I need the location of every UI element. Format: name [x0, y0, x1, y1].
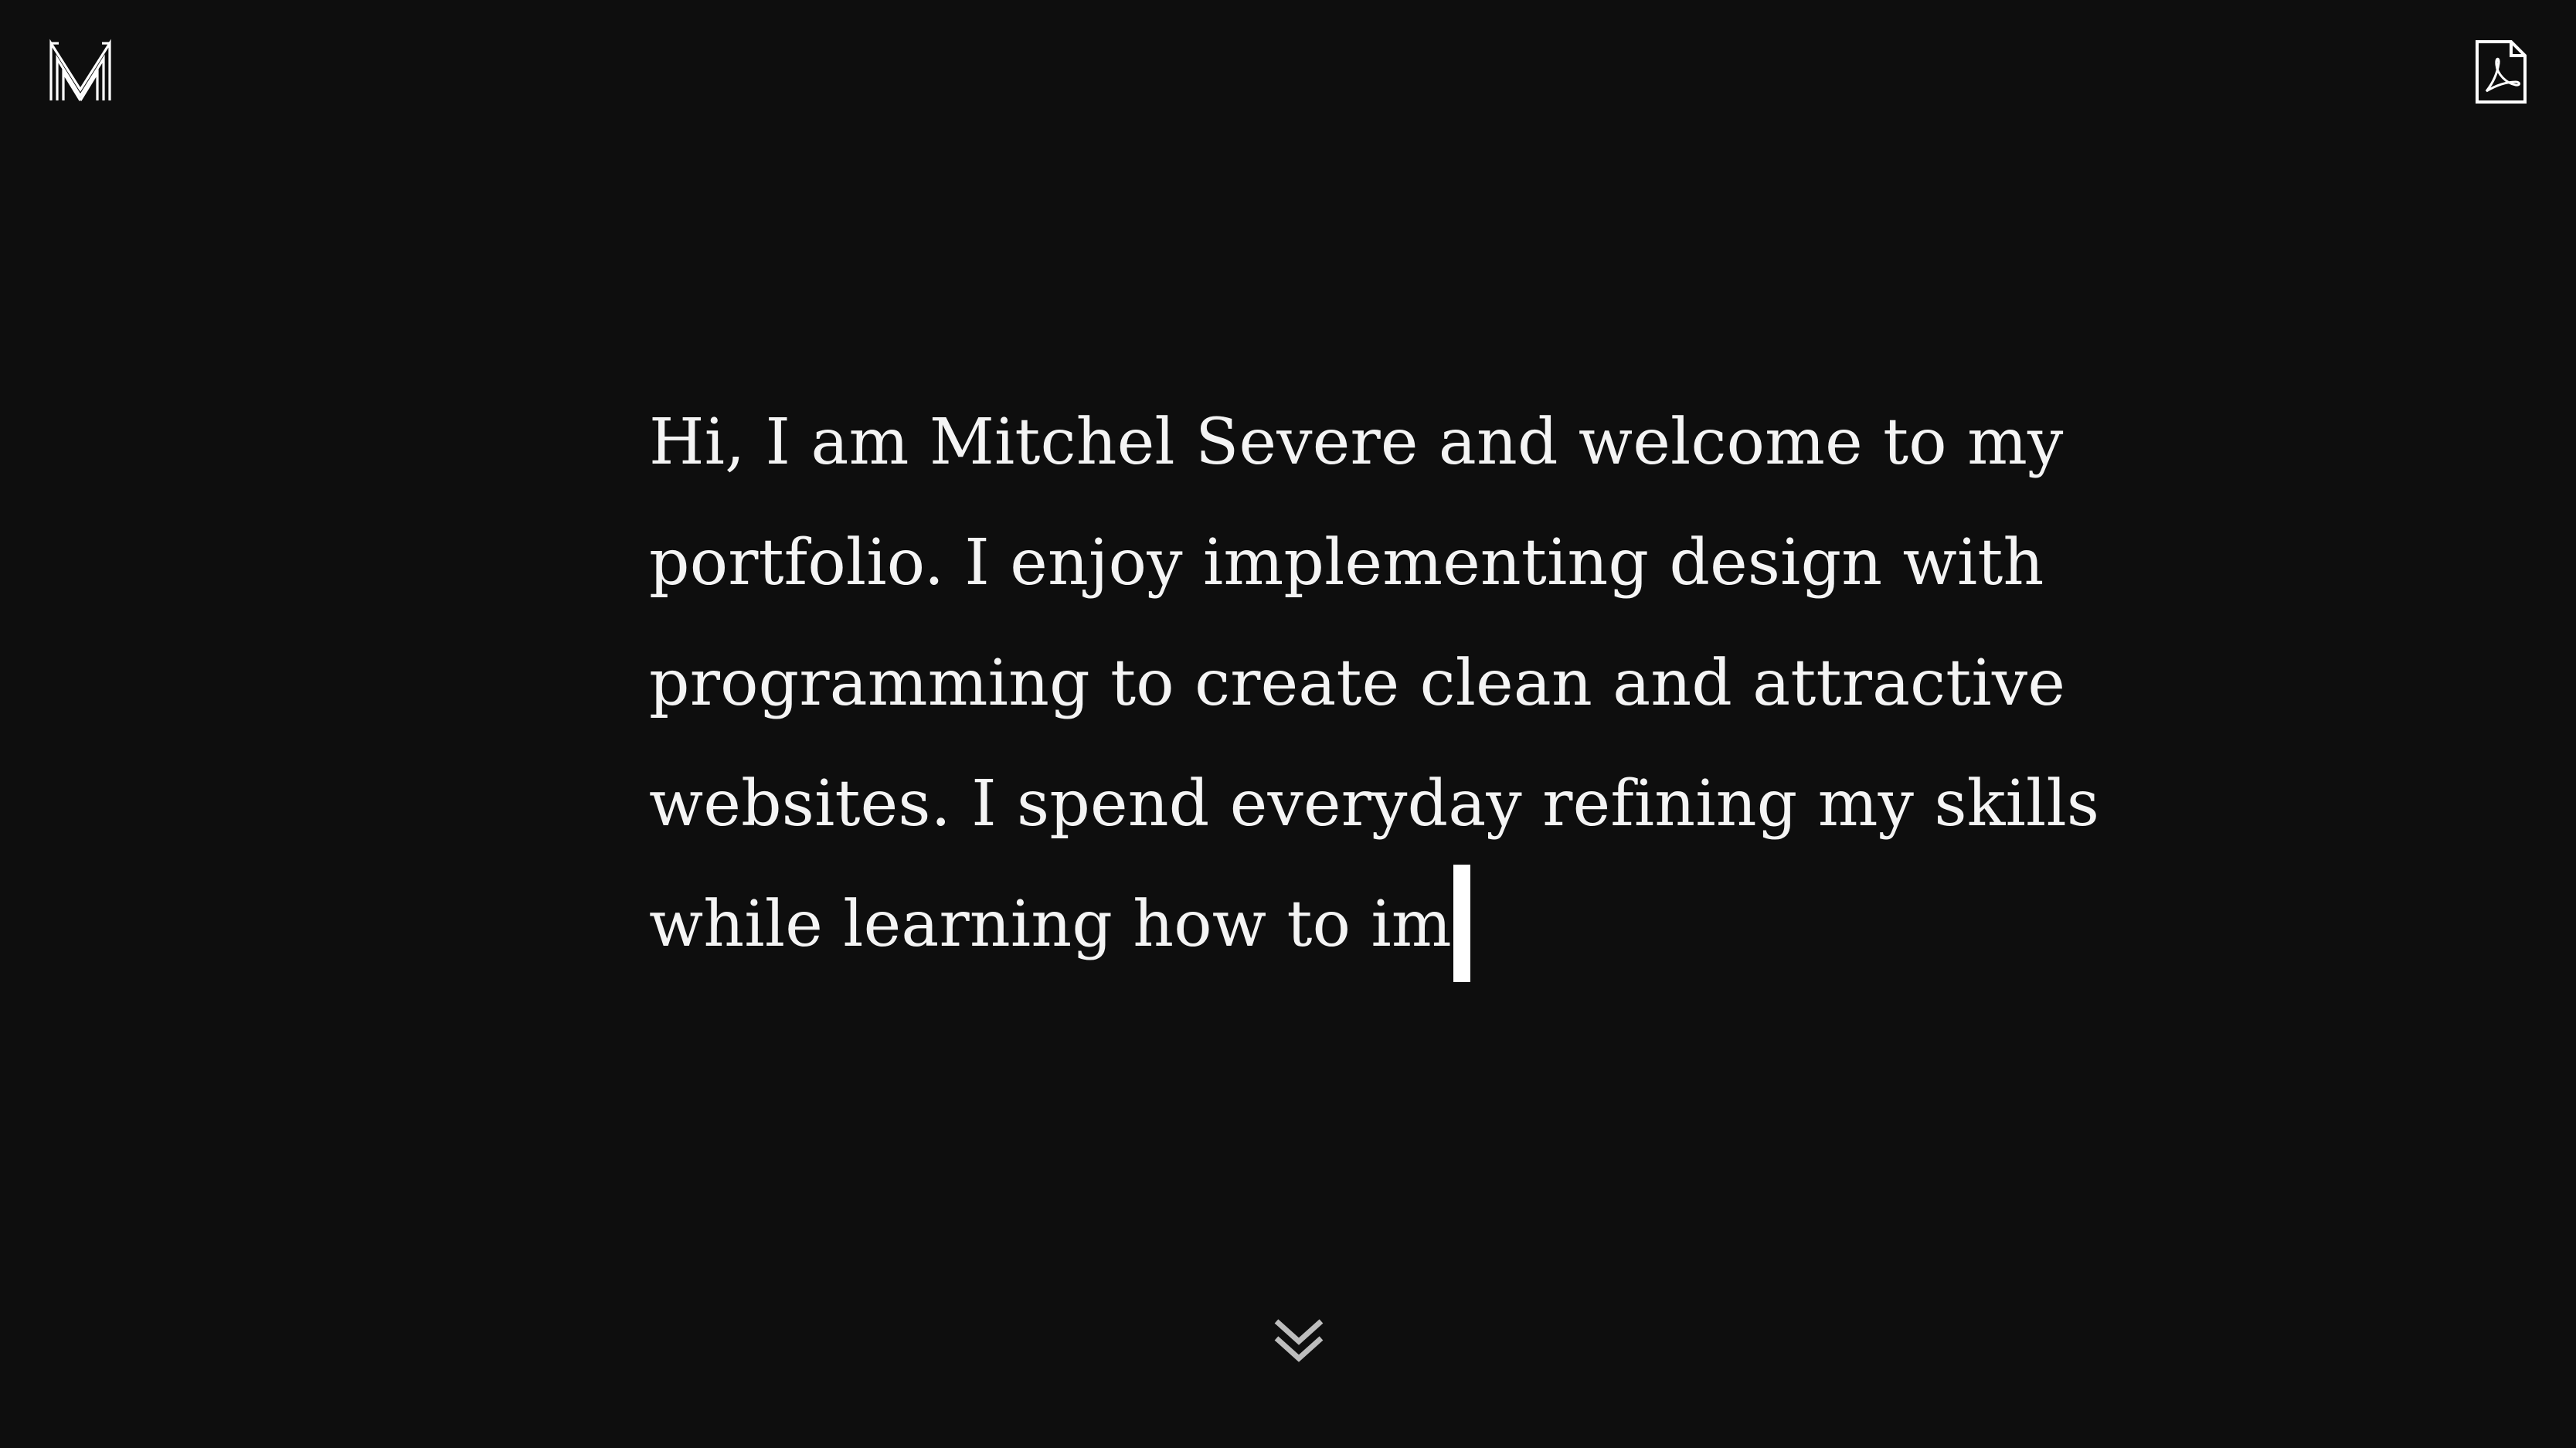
intro-line: Hi, I am Mitchel Severe and welcome to m…: [649, 406, 2064, 479]
intro-line-text: while learning how to im: [649, 888, 1452, 961]
typing-caret: [1453, 864, 1470, 982]
resume-pdf-button[interactable]: [2474, 40, 2528, 104]
intro-line: portfolio. I enjoy implementing design w…: [649, 526, 2044, 600]
intro-typing-text: Hi, I am Mitchel Severe and welcome to m…: [649, 382, 2100, 985]
intro-line: programming to create clean and attracti…: [649, 647, 2066, 720]
pdf-file-icon: [2474, 40, 2528, 104]
m-monogram-logo-icon: [48, 39, 113, 104]
logo-link[interactable]: [48, 39, 113, 104]
double-chevron-down-icon: [1272, 1314, 1326, 1368]
intro-line-last: while learning how to im: [649, 864, 1963, 985]
scroll-down-button[interactable]: [1272, 1314, 1326, 1368]
intro-line: websites. I spend everyday refining my s…: [649, 767, 2100, 841]
